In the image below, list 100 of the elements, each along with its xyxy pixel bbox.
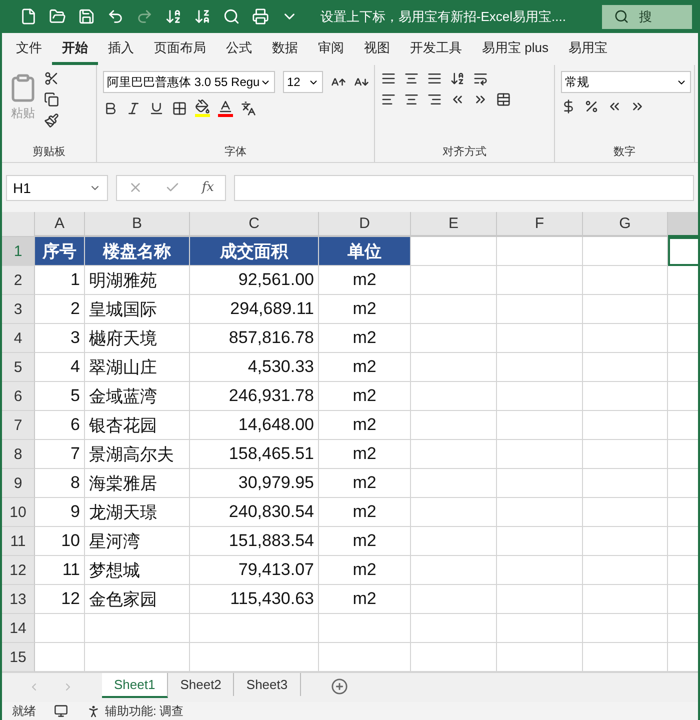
table-cell: m2 [319, 353, 411, 382]
ribbon-tab[interactable]: 视图 [354, 33, 400, 65]
column-header[interactable] [668, 212, 698, 237]
insert-function-button[interactable]: fx [202, 180, 214, 195]
select-all-corner[interactable] [2, 212, 35, 237]
ribbon-tab[interactable]: 插入 [98, 33, 144, 65]
sort-descending-icon[interactable] [194, 8, 211, 25]
copy-icon[interactable] [44, 92, 59, 107]
table-cell: 8 [35, 469, 85, 498]
ribbon-tab[interactable]: 易用宝 [558, 33, 618, 65]
row-header[interactable]: 10 [2, 498, 35, 527]
percent-icon[interactable] [584, 99, 599, 114]
row-header[interactable]: 7 [2, 411, 35, 440]
ribbon-tab[interactable]: 易用宝 plus [472, 33, 558, 65]
add-sheet-icon[interactable] [330, 678, 348, 695]
ribbon-tab[interactable]: 文件 [6, 33, 52, 65]
table-cell: 皇城国际 [85, 295, 190, 324]
ribbon-tab[interactable]: 开发工具 [400, 33, 472, 65]
ribbon-tab[interactable]: 数据 [262, 33, 308, 65]
table-cell: m2 [319, 382, 411, 411]
row-header[interactable]: 2 [2, 266, 35, 295]
column-header[interactable]: G [583, 212, 668, 237]
font-name-field[interactable]: 阿里巴巴普惠体 3.0 55 Regu [103, 71, 275, 93]
ribbon-tab[interactable]: 开始 [52, 33, 98, 65]
row-header[interactable]: 13 [2, 585, 35, 614]
sheet-tab[interactable]: Sheet2 [168, 673, 234, 696]
accessibility-status[interactable]: 辅助功能: 调查 [105, 702, 184, 720]
name-box[interactable]: H1 [6, 174, 108, 200]
search-icon[interactable] [223, 8, 240, 25]
bold-icon[interactable] [103, 100, 118, 116]
column-header[interactable]: A [35, 212, 85, 237]
sheet-tab[interactable]: Sheet3 [234, 673, 301, 696]
align-center-icon[interactable] [404, 92, 419, 107]
table-cell: 金色家园 [85, 585, 190, 614]
table-cell: m2 [319, 469, 411, 498]
table-cell: 梦想城 [85, 556, 190, 585]
font-color-icon[interactable] [218, 99, 233, 117]
print-preview-icon[interactable] [252, 8, 269, 25]
wrap-text-icon[interactable] [473, 71, 488, 86]
table-cell: 240,830.54 [190, 498, 319, 527]
sheet-tab[interactable]: Sheet1 [102, 673, 168, 698]
table-cell: 5 [35, 382, 85, 411]
row-header[interactable]: 6 [2, 382, 35, 411]
save-icon[interactable] [78, 8, 95, 25]
row-header[interactable]: 12 [2, 556, 35, 585]
row-header[interactable]: 14 [2, 614, 35, 643]
new-file-icon[interactable] [20, 8, 37, 25]
currency-icon[interactable] [561, 99, 576, 114]
column-header[interactable]: E [411, 212, 497, 237]
align-top-icon[interactable] [381, 71, 396, 86]
row-header[interactable]: 5 [2, 353, 35, 382]
row-header[interactable]: 3 [2, 295, 35, 324]
ribbon-tab[interactable]: 页面布局 [144, 33, 216, 65]
row-header[interactable]: 11 [2, 527, 35, 556]
align-middle-icon[interactable] [404, 71, 419, 86]
ribbon-tab[interactable]: 公式 [216, 33, 262, 65]
table-cell: 115,430.63 [190, 585, 319, 614]
italic-icon[interactable] [126, 100, 141, 116]
table-cell: m2 [319, 411, 411, 440]
number-format-field[interactable]: 常规 [561, 71, 691, 93]
row-header[interactable]: 9 [2, 469, 35, 498]
search-icon [614, 9, 629, 24]
status-text: 就绪 [12, 702, 36, 720]
open-folder-icon[interactable] [49, 8, 66, 25]
undo-icon[interactable] [107, 8, 124, 25]
formula-input[interactable] [234, 174, 694, 200]
table-cell: 11 [35, 556, 85, 585]
table-cell: 明湖雅苑 [85, 266, 190, 295]
cut-icon[interactable] [44, 71, 59, 86]
table-cell: 158,465.51 [190, 440, 319, 469]
table-cell: 成交面积 [190, 237, 319, 266]
row-header[interactable]: 4 [2, 324, 35, 353]
column-header[interactable]: F [497, 212, 583, 237]
borders-icon[interactable] [172, 100, 187, 116]
underline-icon[interactable] [149, 100, 164, 116]
merge-cells-icon[interactable] [496, 92, 511, 107]
group-label: 对齐方式 [442, 144, 488, 160]
redo-icon[interactable] [136, 8, 153, 25]
search-field[interactable]: 搜 [602, 4, 692, 28]
ribbon-tab[interactable]: 审阅 [308, 33, 354, 65]
table-cell: 79,413.07 [190, 556, 319, 585]
selected-cell[interactable] [668, 237, 698, 266]
table-cell: 151,883.54 [190, 527, 319, 556]
column-header[interactable]: D [319, 212, 411, 237]
table-cell: m2 [319, 440, 411, 469]
fill-color-icon[interactable] [195, 99, 210, 117]
font-size-field[interactable]: 12 [283, 71, 323, 93]
column-header[interactable]: B [85, 212, 190, 237]
align-bottom-icon[interactable] [427, 71, 442, 86]
align-left-icon[interactable] [381, 92, 396, 107]
sort-ascending-icon[interactable] [165, 8, 182, 25]
phonetic-icon[interactable] [241, 100, 256, 116]
row-header[interactable]: 1 [2, 237, 35, 266]
align-right-icon[interactable] [427, 92, 442, 107]
row-header[interactable]: 15 [2, 643, 35, 672]
format-painter-icon[interactable] [44, 113, 59, 128]
accessibility-icon[interactable] [86, 704, 101, 718]
row-header[interactable]: 8 [2, 440, 35, 469]
monitor-icon[interactable] [54, 704, 68, 718]
column-header[interactable]: C [190, 212, 319, 237]
